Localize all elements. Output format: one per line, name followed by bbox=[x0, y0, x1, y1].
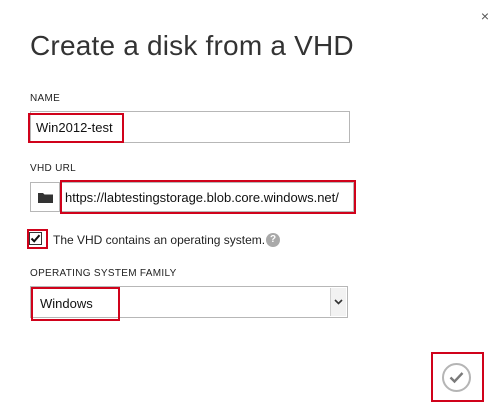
close-icon[interactable]: × bbox=[478, 9, 492, 23]
ok-button[interactable] bbox=[442, 363, 471, 392]
name-label: NAME bbox=[30, 93, 61, 104]
os-checkbox-label: The VHD contains an operating system. bbox=[53, 233, 266, 247]
dialog-title: Create a disk from a VHD bbox=[30, 30, 354, 61]
os-family-select[interactable]: Windows bbox=[30, 286, 348, 318]
name-input-value: Win2012-test bbox=[36, 120, 113, 135]
browse-button[interactable] bbox=[30, 182, 60, 212]
os-checkbox[interactable] bbox=[29, 232, 42, 245]
checkmark-icon bbox=[30, 234, 41, 243]
name-input[interactable]: Win2012-test bbox=[30, 111, 350, 143]
os-family-label: OPERATING SYSTEM FAMILY bbox=[30, 268, 177, 279]
vhd-url-label: VHD URL bbox=[30, 163, 76, 174]
os-family-value: Windows bbox=[40, 296, 93, 311]
dropdown-arrow[interactable] bbox=[330, 288, 346, 316]
checkmark-icon bbox=[449, 372, 464, 384]
folder-icon bbox=[38, 193, 53, 203]
vhd-url-input[interactable]: https://labtestingstorage.blob.core.wind… bbox=[60, 182, 354, 212]
create-disk-dialog: × Create a disk from a VHD NAME Win2012-… bbox=[0, 0, 500, 419]
vhd-url-value: https://labtestingstorage.blob.core.wind… bbox=[65, 190, 339, 205]
help-icon[interactable]: ? bbox=[266, 233, 280, 247]
chevron-down-icon bbox=[334, 299, 343, 305]
